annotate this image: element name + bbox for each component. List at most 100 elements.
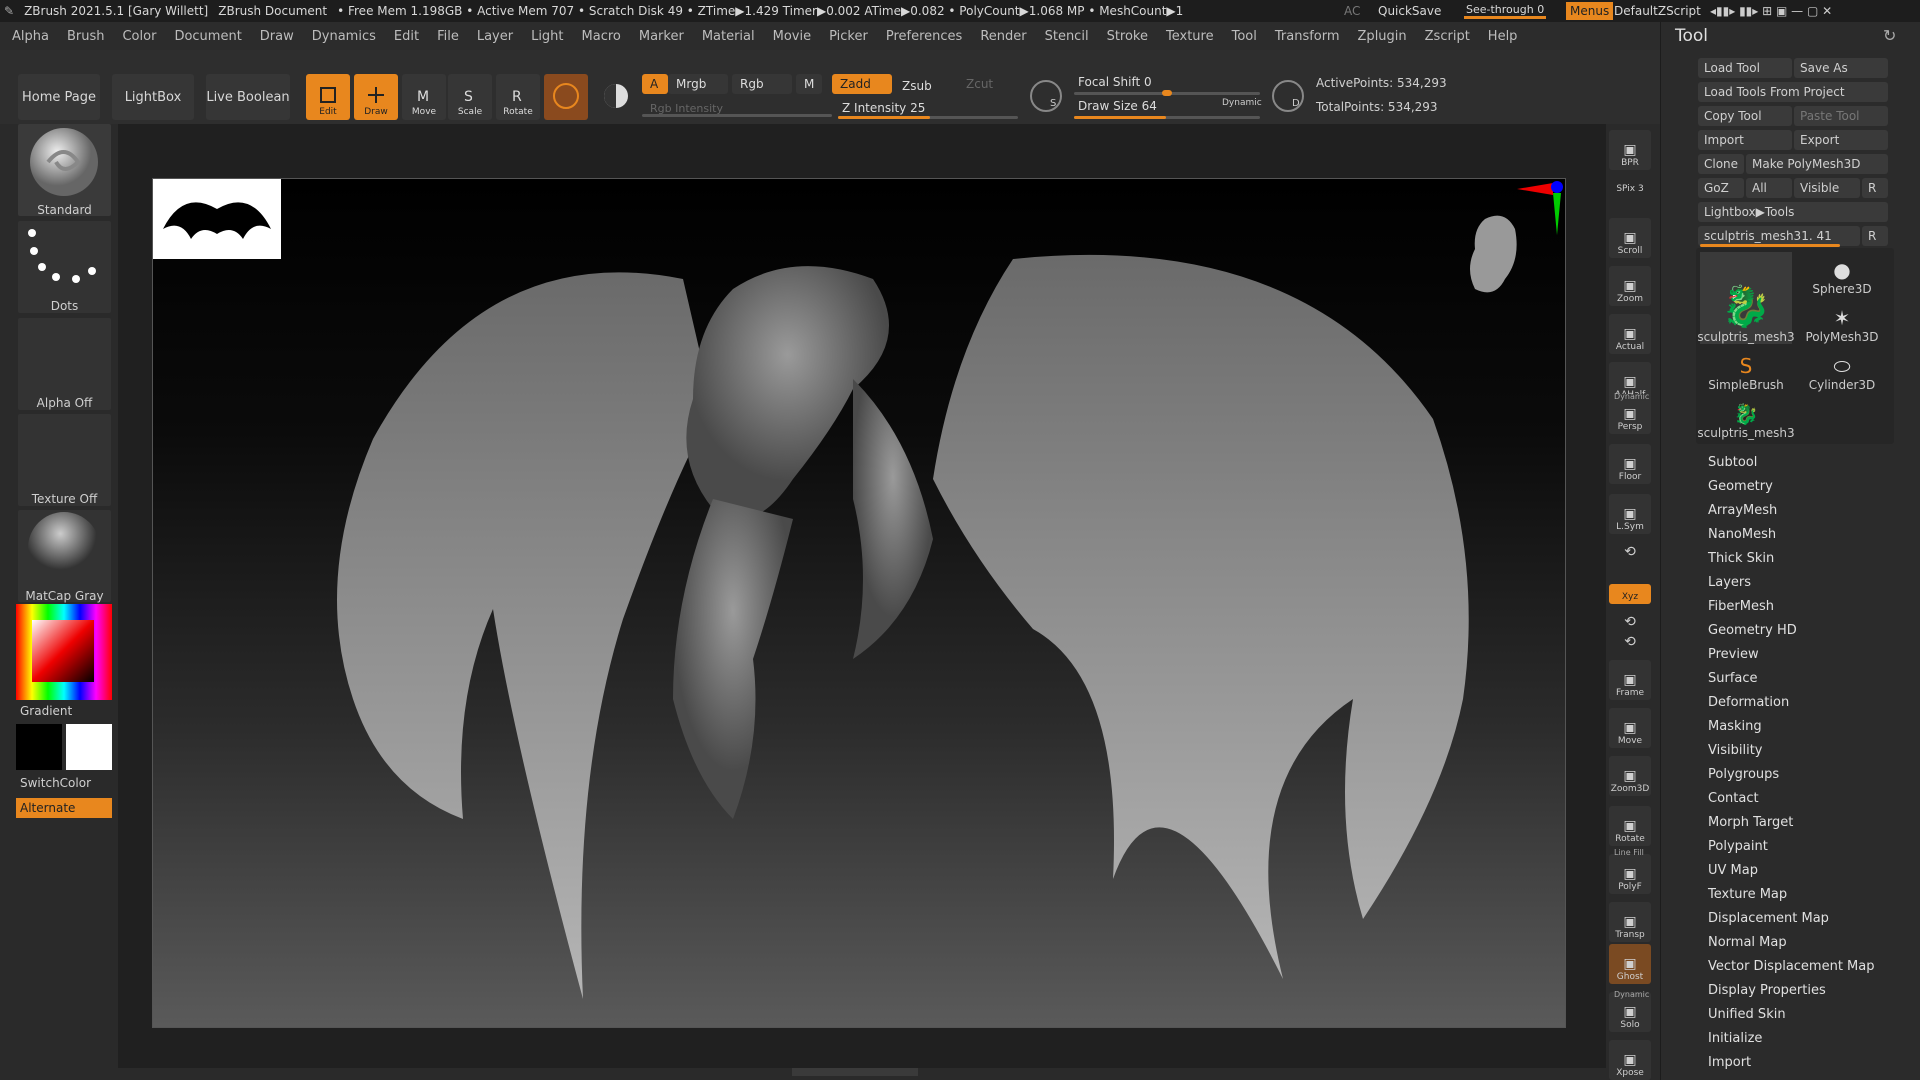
- see-through-slider[interactable]: See-through 0: [1464, 3, 1547, 19]
- secondary-color-swatch[interactable]: [66, 724, 112, 770]
- bottom-shelf-handle[interactable]: [792, 1068, 918, 1076]
- tool-thumb-sculptris-mesh3[interactable]: 🐉 sculptris_mesh3: [1697, 396, 1794, 440]
- menu-picker[interactable]: Picker: [829, 29, 868, 44]
- subpalette-contact[interactable]: Contact: [1708, 791, 1759, 806]
- menu-dynamics[interactable]: Dynamics: [312, 29, 376, 44]
- rotate-mode-button[interactable]: R Rotate: [496, 74, 540, 120]
- edit-mode-button[interactable]: Edit: [306, 74, 350, 120]
- menu-alpha[interactable]: Alpha: [12, 29, 49, 44]
- zsub-toggle[interactable]: Zsub: [894, 76, 954, 96]
- menu-document[interactable]: Document: [174, 29, 241, 44]
- load-tool-button[interactable]: Load Tool: [1698, 58, 1792, 78]
- subpalette-import[interactable]: Import: [1708, 1055, 1751, 1070]
- rightstrip-frame-button[interactable]: ▣ Frame: [1609, 660, 1651, 700]
- subpalette-nanomesh[interactable]: NanoMesh: [1708, 527, 1776, 542]
- subpalette-display-properties[interactable]: Display Properties: [1708, 983, 1826, 998]
- rightstrip-transp-button[interactable]: ▣ Transp: [1609, 902, 1651, 942]
- subpalette-uv-map[interactable]: UV Map: [1708, 863, 1758, 878]
- quicksave-button[interactable]: QuickSave: [1378, 4, 1441, 18]
- menu-preferences[interactable]: Preferences: [886, 29, 962, 44]
- rgb-toggle[interactable]: Rgb: [732, 74, 792, 94]
- subpalette-arraymesh[interactable]: ArrayMesh: [1708, 503, 1777, 518]
- menu-transform[interactable]: Transform: [1275, 29, 1340, 44]
- rightstrip-rotate-button[interactable]: ▣ Rotate: [1609, 806, 1651, 846]
- alternate-toggle[interactable]: Alternate: [16, 798, 112, 818]
- subpalette-masking[interactable]: Masking: [1708, 719, 1762, 734]
- rightstrip-spix-3[interactable]: SPix 3: [1609, 176, 1651, 196]
- menu-stencil[interactable]: Stencil: [1045, 29, 1089, 44]
- goz-button[interactable]: GoZ: [1698, 178, 1744, 198]
- menu-macro[interactable]: Macro: [582, 29, 621, 44]
- subpalette-fibermesh[interactable]: FiberMesh: [1708, 599, 1774, 614]
- material-sphere-button[interactable]: [544, 74, 588, 120]
- a-toggle[interactable]: A: [642, 74, 668, 94]
- subpalette-vector-displacement-map[interactable]: Vector Displacement Map: [1708, 959, 1875, 974]
- clone-button[interactable]: Clone: [1698, 154, 1744, 174]
- document-canvas[interactable]: [152, 178, 1566, 1028]
- subpalette-deformation[interactable]: Deformation: [1708, 695, 1789, 710]
- paste-tool-button[interactable]: Paste Tool: [1794, 106, 1888, 126]
- subpalette-surface[interactable]: Surface: [1708, 671, 1758, 686]
- tool-thumb-sphere3d[interactable]: ● Sphere3D: [1796, 252, 1888, 296]
- menu-zscript[interactable]: Zscript: [1425, 29, 1470, 44]
- goz-r-button[interactable]: R: [1862, 178, 1888, 198]
- menu-file[interactable]: File: [437, 29, 459, 44]
- rightstrip-actual-button[interactable]: ▣ Actual: [1609, 314, 1651, 354]
- lightbox-button[interactable]: LightBox: [112, 74, 194, 120]
- menu-tool[interactable]: Tool: [1232, 29, 1257, 44]
- subpalette-displacement-map[interactable]: Displacement Map: [1708, 911, 1829, 926]
- goz-visible-button[interactable]: Visible: [1794, 178, 1860, 198]
- subpalette-polygroups[interactable]: Polygroups: [1708, 767, 1779, 782]
- home-page-button[interactable]: Home Page: [18, 74, 100, 120]
- current-tool-r-button[interactable]: R: [1862, 226, 1888, 246]
- mrgb-toggle[interactable]: Mrgb: [668, 74, 728, 94]
- copy-tool-button[interactable]: Copy Tool: [1698, 106, 1792, 126]
- rightstrip-icon-12-button[interactable]: ⟲: [1609, 634, 1651, 652]
- rightstrip-icon-11-button[interactable]: ⟲: [1609, 614, 1651, 632]
- goz-all-button[interactable]: All: [1746, 178, 1792, 198]
- menus-toggle[interactable]: Menus: [1566, 2, 1614, 20]
- rightstrip-floor-button[interactable]: ▣ Floor: [1609, 444, 1651, 484]
- subpalette-thick-skin[interactable]: Thick Skin: [1708, 551, 1774, 566]
- zadd-toggle[interactable]: Zadd: [832, 74, 892, 94]
- subpalette-texture-map[interactable]: Texture Map: [1708, 887, 1787, 902]
- menu-render[interactable]: Render: [980, 29, 1026, 44]
- switchcolor-button[interactable]: SwitchColor: [20, 776, 91, 790]
- menu-stroke[interactable]: Stroke: [1107, 29, 1148, 44]
- menu-layer[interactable]: Layer: [477, 29, 513, 44]
- live-boolean-button[interactable]: Live Boolean: [206, 74, 290, 120]
- color-picker[interactable]: [16, 604, 112, 700]
- default-zscript-button[interactable]: DefaultZScript: [1614, 4, 1701, 18]
- focal-shift-slider[interactable]: Focal Shift 0: [1070, 72, 1260, 92]
- menu-color[interactable]: Color: [122, 29, 156, 44]
- rightstrip-polyf-button[interactable]: ▣ PolyF: [1609, 854, 1651, 894]
- menu-help[interactable]: Help: [1488, 29, 1518, 44]
- rightstrip-xyz[interactable]: Xyz: [1609, 584, 1651, 604]
- tool-thumb-sculptris-mesh3[interactable]: 🐉 sculptris_mesh3: [1697, 252, 1795, 344]
- refresh-icon[interactable]: ↻: [1883, 26, 1896, 45]
- subpalette-geometry[interactable]: Geometry: [1708, 479, 1773, 494]
- focal-shift-icon[interactable]: [1030, 80, 1062, 112]
- subpalette-preview[interactable]: Preview: [1708, 647, 1759, 662]
- current-tool-slider[interactable]: sculptris_mesh31. 41: [1698, 226, 1860, 246]
- scale-mode-button[interactable]: S Scale: [448, 74, 492, 120]
- menu-brush[interactable]: Brush: [67, 29, 105, 44]
- subpalette-unified-skin[interactable]: Unified Skin: [1708, 1007, 1786, 1022]
- import-button[interactable]: Import: [1698, 130, 1792, 150]
- menu-light[interactable]: Light: [531, 29, 563, 44]
- rightstrip-zoom-button[interactable]: ▣ Zoom: [1609, 266, 1651, 306]
- move-mode-button[interactable]: M Move: [402, 74, 446, 120]
- menu-texture[interactable]: Texture: [1166, 29, 1214, 44]
- subpalette-subtool[interactable]: Subtool: [1708, 455, 1757, 470]
- draw-mode-button[interactable]: Draw: [354, 74, 398, 120]
- m-toggle[interactable]: M: [796, 74, 822, 94]
- subpalette-morph-target[interactable]: Morph Target: [1708, 815, 1793, 830]
- load-tools-from-project-button[interactable]: Load Tools From Project: [1698, 82, 1888, 102]
- subpalette-normal-map[interactable]: Normal Map: [1708, 935, 1787, 950]
- z-intensity-slider[interactable]: Z Intensity 25: [834, 98, 1014, 118]
- rightstrip-ghost-button[interactable]: ▣ Ghost: [1609, 944, 1651, 984]
- menu-material[interactable]: Material: [702, 29, 755, 44]
- menu-edit[interactable]: Edit: [394, 29, 419, 44]
- subpalette-polypaint[interactable]: Polypaint: [1708, 839, 1768, 854]
- subpalette-visibility[interactable]: Visibility: [1708, 743, 1762, 758]
